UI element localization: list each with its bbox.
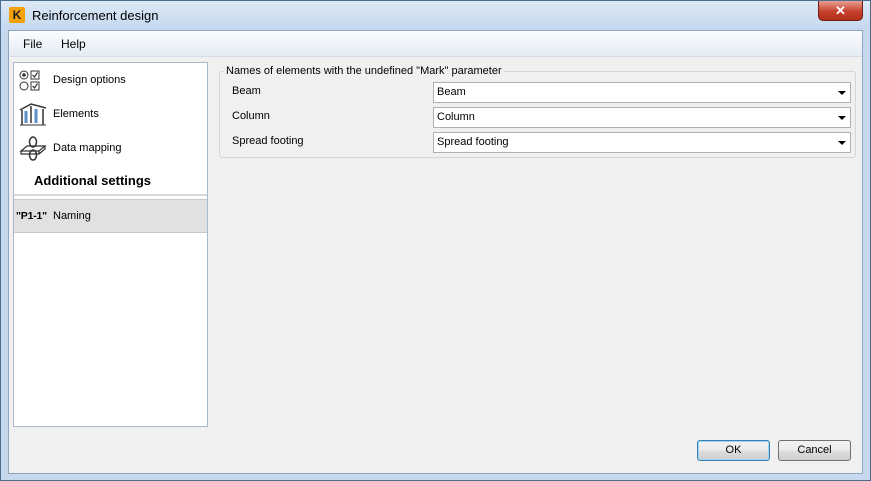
sidebar-item-label: Elements: [53, 108, 99, 120]
field-row-spread-footing: Spread footing Spread footing: [223, 132, 852, 153]
ok-button[interactable]: OK: [697, 440, 770, 461]
dropdown-arrow-icon: [838, 116, 846, 120]
menu-bar: File Help: [9, 31, 862, 57]
menu-help[interactable]: Help: [61, 37, 86, 51]
sidebar-item-label: Data mapping: [53, 142, 122, 154]
close-button[interactable]: ✕: [818, 1, 863, 21]
select-value: Beam: [437, 86, 466, 98]
section-divider: [14, 194, 207, 196]
field-row-beam: Beam Beam: [223, 82, 852, 103]
sidebar-nav: Design options Elements Data mapping Add…: [13, 62, 208, 427]
groupbox-legend: Names of elements with the undefined "Ma…: [224, 65, 504, 77]
cancel-button[interactable]: Cancel: [778, 440, 851, 461]
sidebar-item-design-options[interactable]: Design options: [14, 63, 207, 97]
design-options-icon: [19, 70, 40, 91]
sidebar-item-naming[interactable]: "P1-1" Naming: [14, 199, 207, 233]
field-label: Column: [232, 110, 270, 122]
dropdown-arrow-icon: [838, 91, 846, 95]
spread-footing-name-select[interactable]: Spread footing: [433, 132, 851, 153]
field-label: Beam: [232, 85, 261, 97]
column-name-select[interactable]: Column: [433, 107, 851, 128]
field-label: Spread footing: [232, 135, 304, 147]
field-row-column: Column Column: [223, 107, 852, 128]
naming-badge-icon: "P1-1": [16, 210, 47, 222]
beam-name-select[interactable]: Beam: [433, 82, 851, 103]
select-value: Spread footing: [437, 136, 509, 148]
window-title: Reinforcement design: [32, 8, 159, 23]
data-mapping-icon: [19, 136, 47, 161]
dialog-window: K Reinforcement design ✕ File Help Desig…: [0, 0, 871, 481]
select-value: Column: [437, 111, 475, 123]
sidebar-item-data-mapping[interactable]: Data mapping: [14, 131, 207, 165]
app-logo-icon: K: [9, 7, 25, 23]
sidebar-item-elements[interactable]: Elements: [14, 97, 207, 131]
sidebar-item-label: Design options: [53, 74, 126, 86]
section-title-additional-settings: Additional settings: [34, 173, 151, 188]
elements-icon: [19, 103, 47, 126]
title-bar: K Reinforcement design ✕: [1, 1, 870, 30]
sidebar-item-label: Naming: [53, 210, 91, 222]
menu-file[interactable]: File: [23, 37, 42, 51]
dropdown-arrow-icon: [838, 141, 846, 145]
client-area: File Help Design options Elements Data m…: [8, 30, 863, 474]
